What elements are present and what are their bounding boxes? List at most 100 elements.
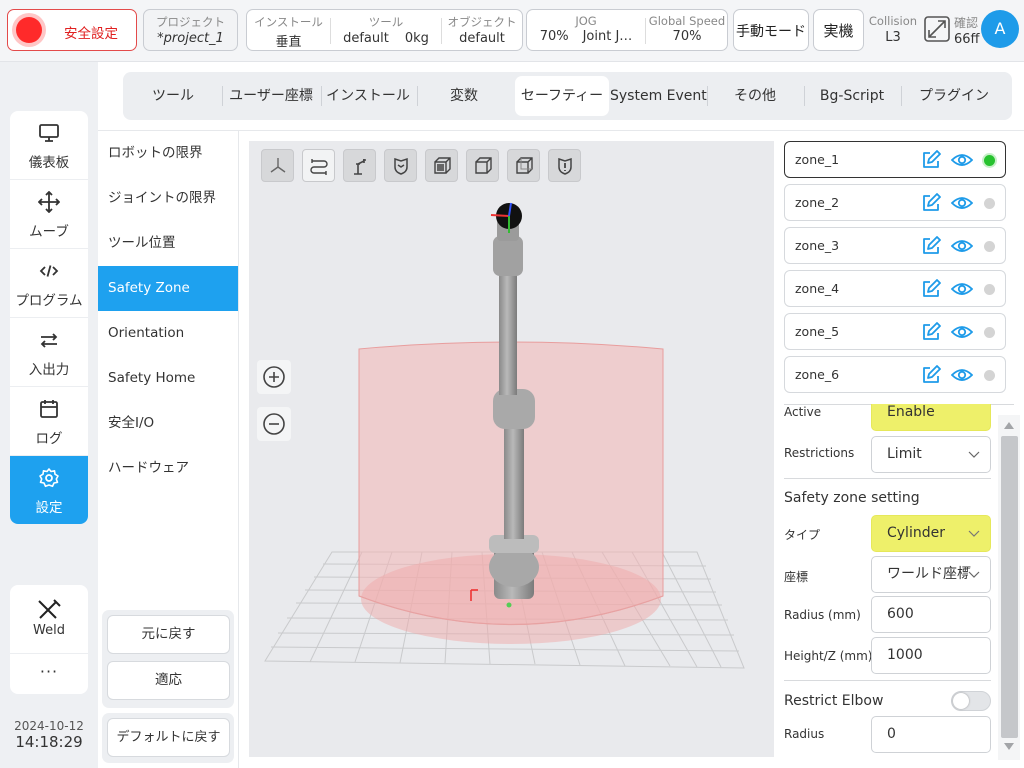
view-side-cube-button[interactable] [466, 149, 499, 182]
zone-card[interactable]: zone_3 [784, 227, 1006, 264]
install-value: 垂直 [275, 35, 302, 50]
chevron-down-icon [968, 451, 980, 458]
height-input[interactable]: 1000 [871, 637, 991, 674]
nav-item-program[interactable]: プログラム [10, 249, 88, 318]
active-select[interactable]: Enable [871, 404, 991, 431]
jog-speed-panel[interactable]: JOG 70% Joint J… Global Speed 70% [526, 9, 728, 51]
submenu-safety-io[interactable]: 安全I/O [98, 401, 238, 446]
safety-settings-button[interactable]: 安全設定 [7, 9, 137, 51]
tab-bg-script[interactable]: Bg-Script [804, 76, 900, 116]
user-avatar[interactable]: A [981, 10, 1019, 48]
edit-icon[interactable] [921, 365, 941, 385]
tab-safety[interactable]: セーフティー [515, 76, 609, 116]
zone-card[interactable]: zone_4 [784, 270, 1006, 307]
eye-icon[interactable] [951, 279, 973, 299]
eye-icon[interactable] [951, 236, 973, 256]
eye-icon[interactable] [951, 365, 973, 385]
real-robot-button[interactable]: 実機 [813, 9, 864, 51]
active-label: Active [784, 405, 822, 419]
edit-icon[interactable] [921, 322, 941, 342]
scroll-down-icon[interactable] [1003, 741, 1015, 753]
eye-icon[interactable] [951, 322, 973, 342]
coordinate-select[interactable]: ワールド座標 [871, 556, 991, 593]
nav-label: 設定 [35, 500, 63, 516]
manual-mode-button[interactable]: 手動モード [733, 9, 809, 51]
tab-tool[interactable]: ツール [126, 76, 220, 116]
view-front-cube-button[interactable] [425, 149, 458, 182]
edit-icon[interactable] [921, 279, 941, 299]
install-cell[interactable]: インストール 垂直 [247, 10, 330, 50]
restrict-elbow-toggle[interactable] [951, 691, 991, 711]
expand-icon[interactable] [924, 16, 950, 42]
confirm-id: 確認 66ff [954, 14, 982, 47]
elbow-radius-input[interactable]: 0 [871, 716, 991, 753]
submenu-orientation[interactable]: Orientation [98, 311, 238, 356]
view-robot-button[interactable] [343, 149, 376, 182]
nav-item-move[interactable]: ムーブ [10, 180, 88, 249]
tab-user-coordinate[interactable]: ユーザー座標 [223, 76, 319, 116]
submenu-tool-position[interactable]: ツール位置 [98, 221, 238, 266]
view-shield-button[interactable] [384, 149, 417, 182]
nav-item-weld[interactable]: Weld [10, 585, 88, 654]
object-cell[interactable]: オブジェクト default [442, 10, 522, 50]
zone-card[interactable]: zone_6 [784, 356, 1006, 393]
nav-item-log[interactable]: ログ [10, 387, 88, 456]
zone-card[interactable]: zone_2 [784, 184, 1006, 221]
zone-status-dot [984, 198, 995, 209]
tab-other[interactable]: その他 [707, 76, 803, 116]
radius-value: 600 [887, 606, 914, 622]
robot-arm-icon [354, 159, 366, 175]
cube-top-icon [516, 157, 533, 174]
tool-caption: ツール [368, 15, 404, 29]
submenu-robot-limits[interactable]: ロボットの限界 [98, 131, 238, 176]
nav-item-settings[interactable]: 設定 [10, 456, 88, 524]
submenu-joint-limits[interactable]: ジョイントの限界 [98, 176, 238, 221]
view-path-button[interactable] [302, 149, 335, 182]
reset-to-default-button[interactable]: デフォルトに戻す [107, 718, 230, 757]
3d-viewport[interactable] [249, 141, 774, 757]
eye-icon[interactable] [951, 150, 973, 170]
revert-button[interactable]: 元に戻す [107, 615, 230, 654]
view-axes-button[interactable] [261, 149, 294, 182]
edit-icon[interactable] [921, 150, 941, 170]
submenu-safety-zone[interactable]: Safety Zone [98, 266, 238, 311]
scroll-up-icon[interactable] [1003, 419, 1015, 431]
nav-item-dashboard[interactable]: 儀表板 [10, 111, 88, 180]
radius-input[interactable]: 600 [871, 596, 991, 633]
collision-level[interactable]: Collision L3 [868, 14, 918, 45]
zone-card[interactable]: zone_5 [784, 313, 1006, 350]
tab-variables[interactable]: 変数 [417, 76, 511, 116]
jog-speed: 70% [539, 29, 569, 44]
nav-item-io[interactable]: 入出力 [10, 318, 88, 387]
project-selector[interactable]: プロジェクト *project_1 [143, 9, 238, 51]
restrictions-select[interactable]: Limit [871, 436, 991, 473]
move-icon [38, 191, 60, 213]
scrollbar-thumb[interactable] [1001, 436, 1018, 738]
edit-icon[interactable] [921, 193, 941, 213]
view-top-cube-button[interactable] [507, 149, 540, 182]
zone-card[interactable]: zone_1 [784, 141, 1006, 178]
main-navigation: 儀表板 ムーブ プログラム 入出力 ログ 設定 [10, 111, 88, 524]
project-name: *project_1 [157, 31, 224, 46]
restrictions-label: Restrictions [784, 446, 855, 460]
zoom-out-icon[interactable] [257, 407, 291, 441]
radius-label: Radius (mm) [784, 608, 861, 622]
apply-button[interactable]: 適応 [107, 661, 230, 700]
global-speed-cell[interactable]: Global Speed 70% [646, 10, 728, 50]
jog-cell[interactable]: JOG 70% Joint J… [527, 10, 645, 50]
zoom-in-icon[interactable] [257, 360, 291, 394]
zone-type-select[interactable]: Cylinder [871, 515, 991, 552]
install-tool-object-panel[interactable]: インストール 垂直 ツール default 0kg オブジェクト default [246, 9, 523, 51]
tool-cell[interactable]: ツール default 0kg [331, 10, 441, 50]
more-menu-button[interactable]: ··· [10, 655, 88, 694]
tab-installation[interactable]: インストール [321, 76, 415, 116]
submenu-safety-home[interactable]: Safety Home [98, 356, 238, 401]
edit-icon[interactable] [921, 236, 941, 256]
tab-system-event[interactable]: System Event [610, 76, 707, 116]
tab-plugin[interactable]: プラグイン [901, 76, 1007, 116]
eye-icon[interactable] [951, 193, 973, 213]
view-warning-button[interactable] [548, 149, 581, 182]
clock-time: 14:18:29 [15, 733, 83, 751]
tool-weight: 0kg [404, 31, 429, 46]
submenu-hardware[interactable]: ハードウェア [98, 446, 238, 491]
